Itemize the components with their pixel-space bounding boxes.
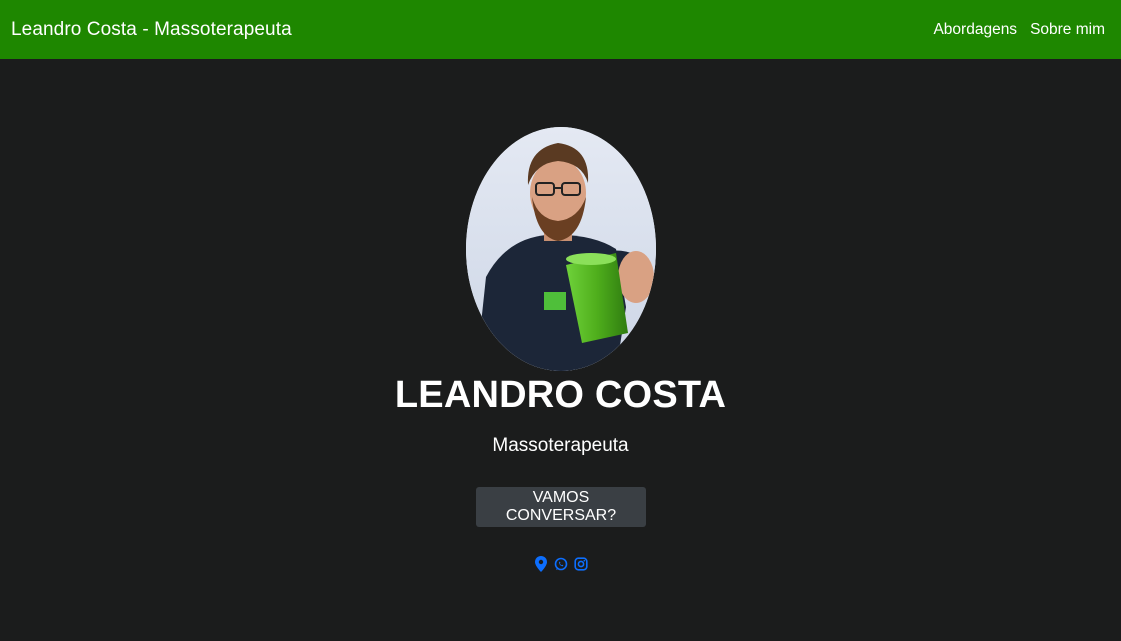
nav-link-abordagens[interactable]: Abordagens bbox=[933, 21, 1017, 39]
nav-links: Abordagens Sobre mim bbox=[933, 21, 1105, 39]
nav-link-sobre-mim[interactable]: Sobre mim bbox=[1030, 21, 1105, 39]
avatar bbox=[466, 127, 656, 371]
location-pin-icon[interactable] bbox=[534, 556, 548, 572]
profile-name: LEANDRO COSTA bbox=[394, 374, 727, 416]
brand-link[interactable]: Leandro Costa - Massoterapeuta bbox=[11, 19, 292, 41]
hero-section: LEANDRO COSTA Massoterapeuta VAMOS CONVE… bbox=[0, 59, 1121, 641]
instagram-icon[interactable] bbox=[573, 556, 588, 572]
social-links bbox=[0, 556, 1121, 572]
contact-button[interactable]: VAMOS CONVERSAR? bbox=[476, 487, 646, 527]
profile-subtitle: Massoterapeuta bbox=[492, 435, 629, 456]
navbar: Leandro Costa - Massoterapeuta Abordagen… bbox=[0, 0, 1121, 59]
whatsapp-icon[interactable] bbox=[554, 556, 568, 572]
